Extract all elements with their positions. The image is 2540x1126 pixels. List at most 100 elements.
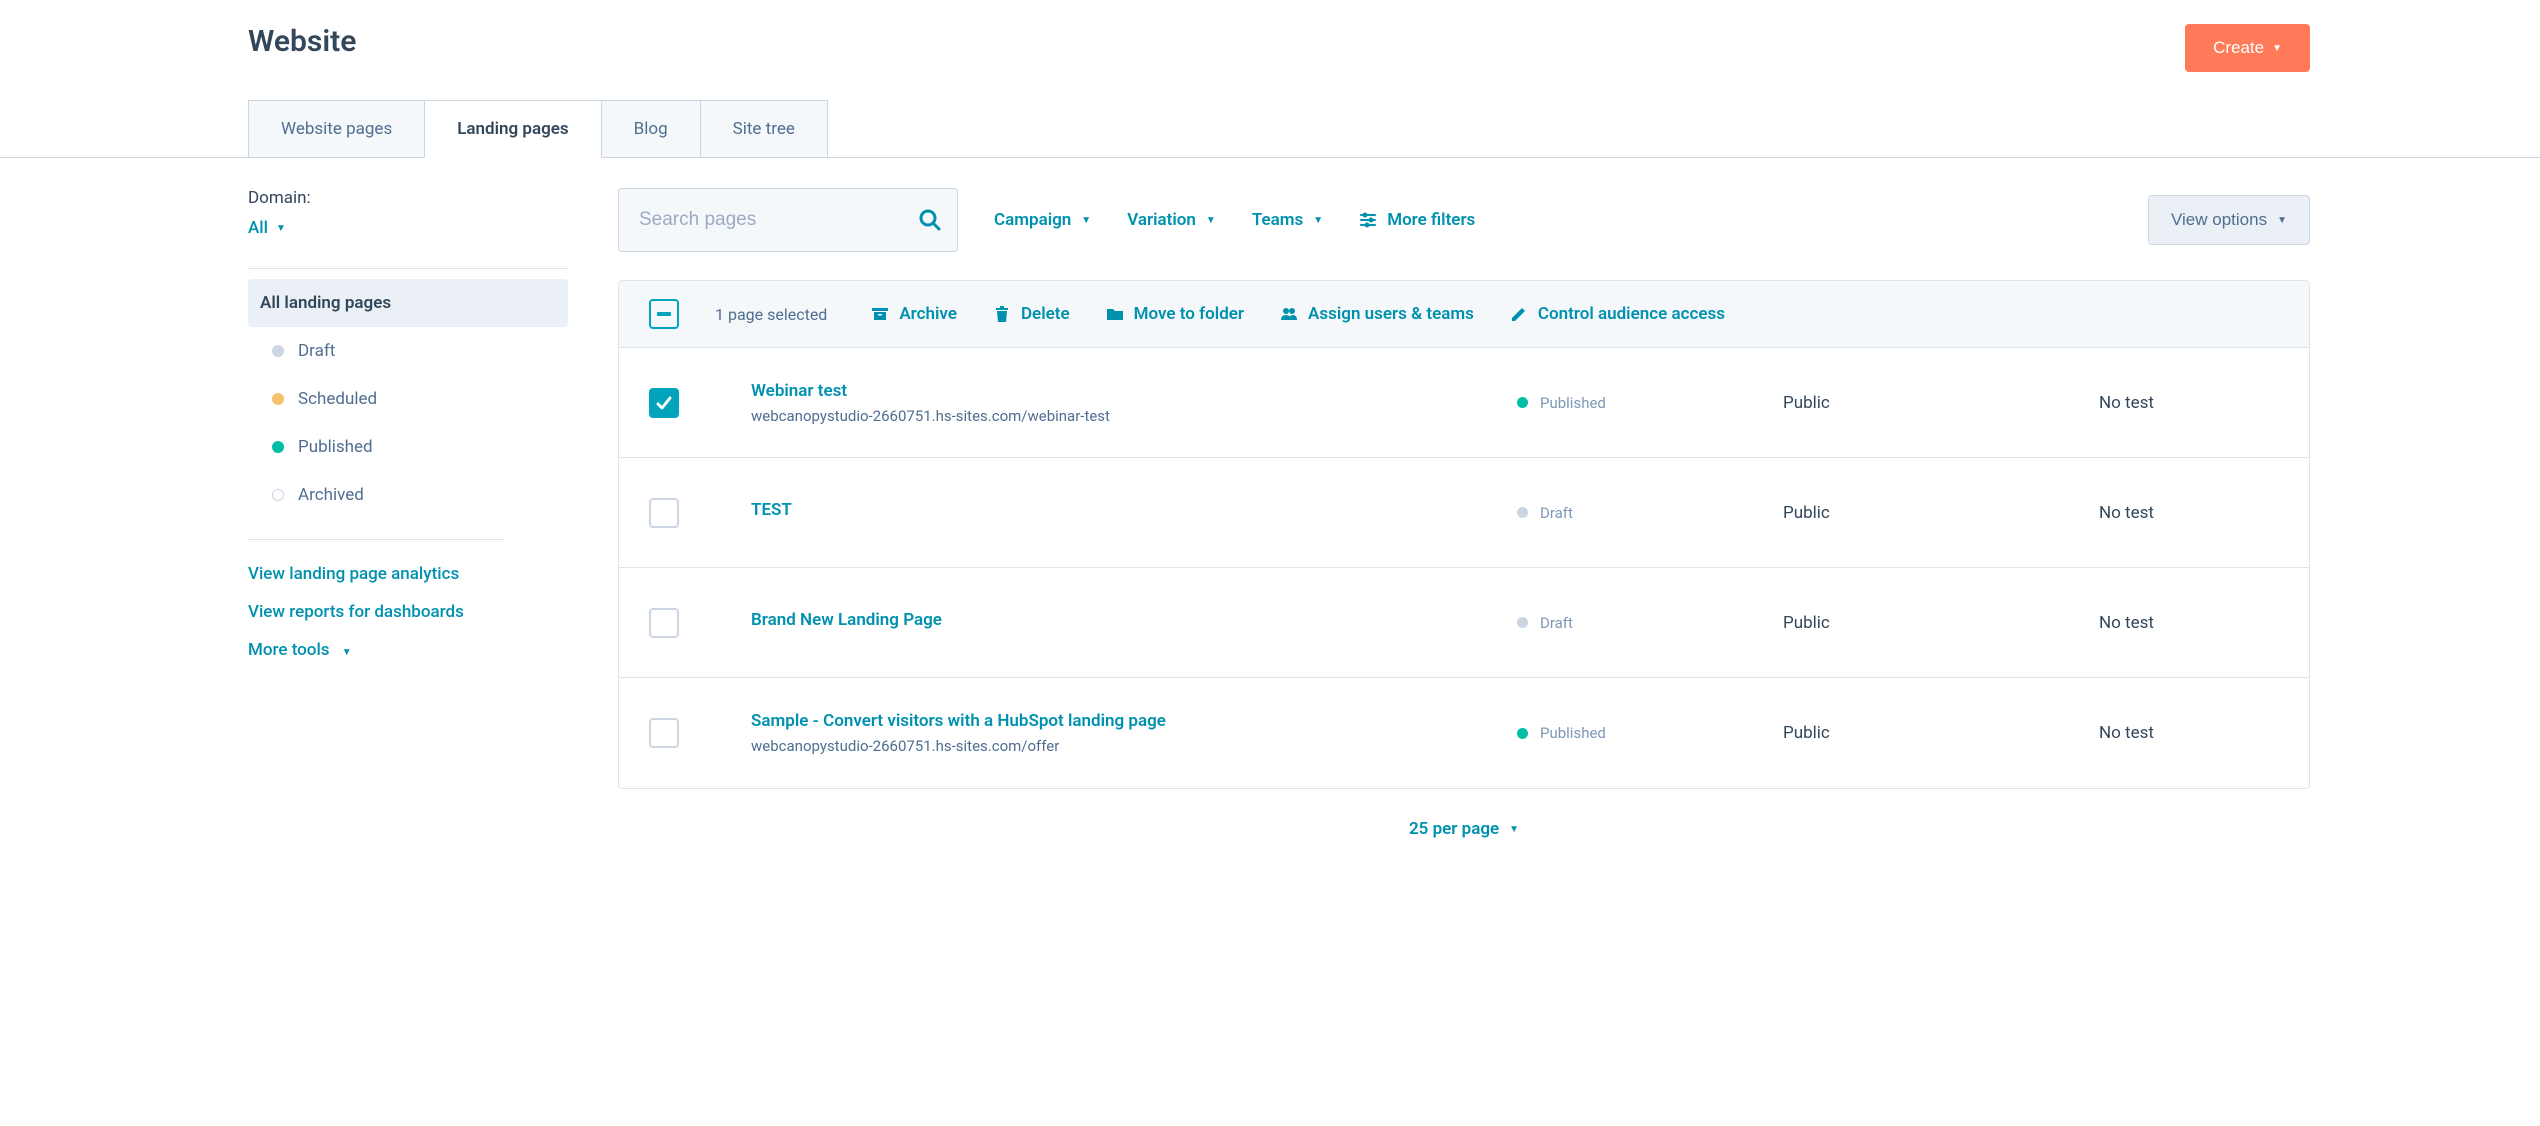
sidebar-item-archived[interactable]: Archived [248,471,568,519]
pencil-icon [1510,305,1528,323]
sidebar-item-label: Scheduled [298,389,377,409]
status-text: Published [1540,724,1606,742]
sidebar-item-published[interactable]: Published [248,423,568,471]
status-text: Draft [1540,504,1573,522]
archive-label: Archive [899,304,957,324]
draft-status-icon [1517,617,1528,628]
status-cell: Published [1517,724,1747,742]
status-text: Draft [1540,614,1573,632]
more-filters-button[interactable]: More filters [1359,210,1475,230]
archived-status-icon [272,489,284,501]
assign-action[interactable]: Assign users & teams [1280,304,1474,324]
per-page-selector[interactable]: 25 per page ▼ [1409,819,1519,839]
divider [248,539,504,540]
selection-count: 1 page selected [715,305,827,324]
domain-value: All [248,218,268,238]
page-name-link[interactable]: Sample - Convert visitors with a HubSpot… [751,711,1481,731]
page-url: webcanopystudio-2660751.hs-sites.com/web… [751,407,1481,425]
domain-selector[interactable]: All ▼ [248,218,286,238]
search-wrapper [618,188,958,252]
assign-label: Assign users & teams [1308,304,1474,324]
per-page-label: 25 per page [1409,819,1499,839]
tab-landing-pages[interactable]: Landing pages [424,100,601,157]
view-options-button[interactable]: View options ▼ [2148,195,2310,245]
move-label: Move to folder [1134,304,1244,324]
draft-status-icon [1517,507,1528,518]
divider [248,268,568,269]
sidebar-item-label: Archived [298,485,364,505]
sidebar-item-all[interactable]: All landing pages [248,279,568,327]
teams-filter[interactable]: Teams ▼ [1252,210,1323,230]
tab-site-tree[interactable]: Site tree [700,100,828,157]
tabs: Website pagesLanding pagesBlogSite tree [0,100,2540,157]
caret-down-icon: ▼ [276,223,286,234]
delete-action[interactable]: Delete [993,304,1070,324]
domain-label: Domain: [248,188,568,208]
table-row: Webinar test webcanopystudio-2660751.hs-s… [619,348,2309,458]
create-button-label: Create [2213,38,2264,58]
teams-label: Teams [1252,210,1303,230]
search-input[interactable] [618,188,958,252]
page-name-link[interactable]: Webinar test [751,381,1481,401]
pages-table: 1 page selected Archive Delete Move to f… [618,280,2310,789]
variation-filter[interactable]: Variation ▼ [1127,210,1216,230]
scheduled-status-icon [272,393,284,405]
trash-icon [993,305,1011,323]
move-action[interactable]: Move to folder [1106,304,1244,324]
row-checkbox[interactable] [649,388,679,418]
users-icon [1280,305,1298,323]
variation-label: Variation [1127,210,1196,230]
table-row: TESTDraftPublicNo test [619,458,2309,568]
published-status-icon [272,441,284,453]
minus-icon [657,312,671,316]
tab-blog[interactable]: Blog [601,100,701,157]
campaign-filter[interactable]: Campaign ▼ [994,210,1091,230]
page-name-link[interactable]: TEST [751,500,1481,520]
page-title: Website [248,24,356,59]
test-cell: No test [2099,723,2279,743]
visibility-cell: Public [1783,613,2063,633]
sidebar-item-label: All landing pages [260,293,391,313]
delete-label: Delete [1021,304,1070,324]
status-filter-list: All landing pages Draft Scheduled Published… [248,279,568,519]
caret-down-icon: ▼ [1081,215,1091,226]
sidebar-item-label: Draft [298,341,335,361]
more-filters-label: More filters [1387,210,1475,230]
view-options-label: View options [2171,210,2267,230]
more-tools-link[interactable]: More tools ▼ [248,640,568,660]
published-status-icon [1517,728,1528,739]
row-checkbox[interactable] [649,608,679,638]
row-checkbox[interactable] [649,498,679,528]
sidebar-item-draft[interactable]: Draft [248,327,568,375]
main-content: Campaign ▼ Variation ▼ Teams ▼ [618,188,2310,869]
sidebar-item-label: Published [298,437,373,457]
status-cell: Published [1517,394,1747,412]
audience-action[interactable]: Control audience access [1510,304,1725,324]
caret-down-icon: ▼ [1206,215,1216,226]
row-checkbox[interactable] [649,718,679,748]
test-cell: No test [2099,393,2279,413]
campaign-label: Campaign [994,210,1071,230]
page-url: webcanopystudio-2660751.hs-sites.com/off… [751,737,1481,755]
status-text: Published [1540,394,1606,412]
page-name-link[interactable]: Brand New Landing Page [751,610,1481,630]
tab-website-pages[interactable]: Website pages [248,100,425,157]
archive-action[interactable]: Archive [871,304,957,324]
select-all-checkbox[interactable] [649,299,679,329]
audience-label: Control audience access [1538,304,1725,324]
table-row: Brand New Landing PageDraftPublicNo test [619,568,2309,678]
view-dashboards-link[interactable]: View reports for dashboards [248,602,568,622]
toolbar: Campaign ▼ Variation ▼ Teams ▼ [618,188,2310,252]
filters-icon [1359,211,1377,229]
search-icon[interactable] [918,208,942,232]
caret-down-icon: ▼ [342,647,352,658]
caret-down-icon: ▼ [2272,43,2282,54]
folder-icon [1106,305,1124,323]
create-button[interactable]: Create ▼ [2185,24,2310,72]
visibility-cell: Public [1783,503,2063,523]
selection-toolbar: 1 page selected Archive Delete Move to f… [619,281,2309,348]
view-analytics-link[interactable]: View landing page analytics [248,564,568,584]
visibility-cell: Public [1783,723,2063,743]
published-status-icon [1517,397,1528,408]
sidebar-item-scheduled[interactable]: Scheduled [248,375,568,423]
